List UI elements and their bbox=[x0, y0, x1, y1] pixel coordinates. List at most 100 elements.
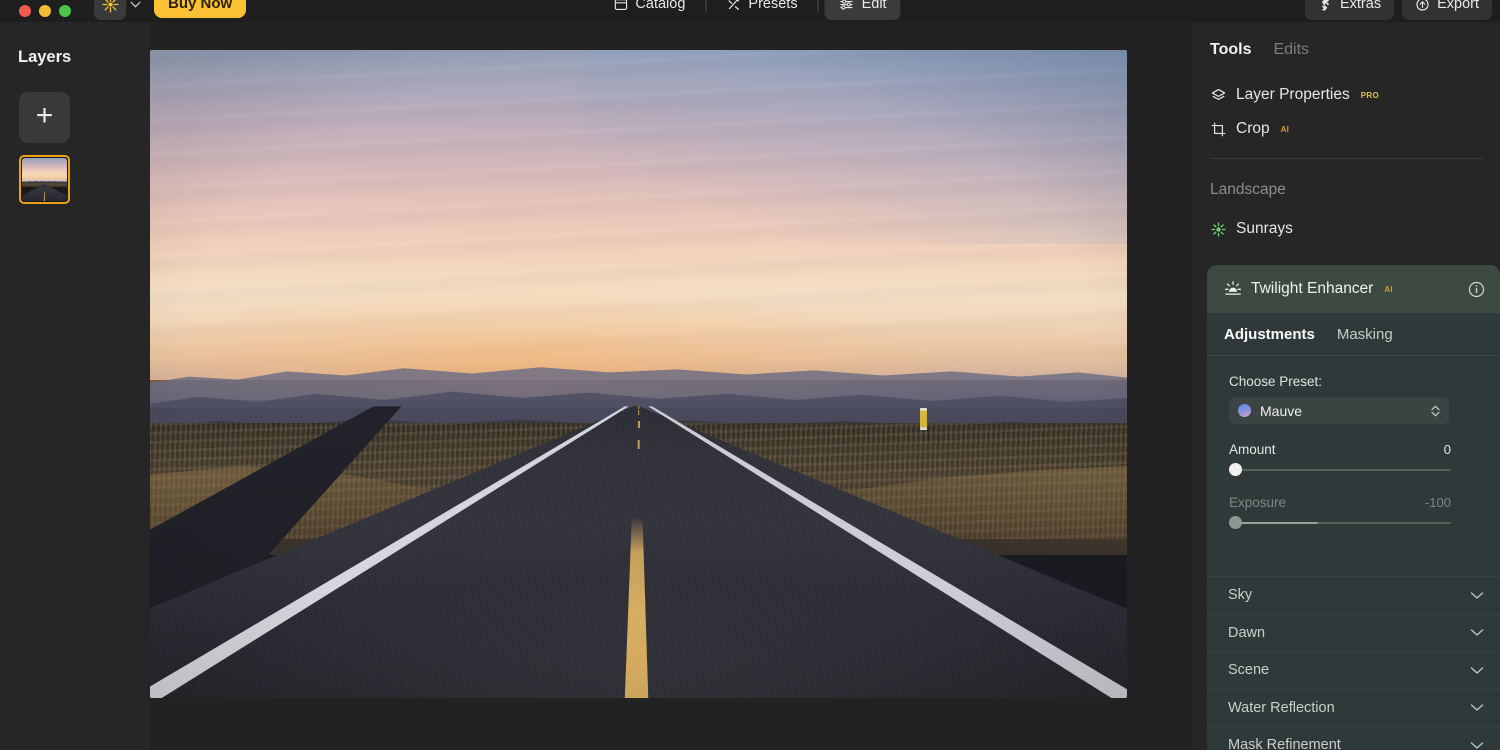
tab-divider bbox=[817, 0, 819, 13]
tool-crop[interactable]: Crop AI bbox=[1193, 112, 1500, 146]
chevron-down-icon[interactable] bbox=[128, 0, 142, 12]
section-scene[interactable]: Scene bbox=[1207, 651, 1500, 689]
buy-now-button[interactable]: Buy Now bbox=[154, 0, 247, 18]
photo-center-dash bbox=[637, 410, 640, 416]
section-sky-label: Sky bbox=[1228, 587, 1253, 604]
layer-thumbnail-image bbox=[22, 158, 67, 201]
tool-sunrays-label: Sunrays bbox=[1236, 220, 1293, 238]
chevron-down-icon bbox=[1470, 591, 1484, 600]
minimize-button[interactable] bbox=[39, 5, 51, 17]
preset-swatch-icon bbox=[1238, 404, 1251, 417]
slider-exposure-track[interactable] bbox=[1229, 516, 1451, 530]
pro-badge: PRO bbox=[1360, 90, 1379, 100]
chevron-down-icon bbox=[1470, 703, 1484, 712]
layers-sidebar: Layers + bbox=[0, 22, 150, 750]
preset-value: Mauve bbox=[1260, 402, 1303, 419]
track-background bbox=[1229, 469, 1451, 471]
photo-center-dash bbox=[637, 406, 640, 409]
section-mask-refinement-label: Mask Refinement bbox=[1228, 737, 1341, 750]
choose-preset-label: Choose Preset: bbox=[1229, 374, 1323, 389]
layer-thumbnail[interactable] bbox=[19, 155, 70, 204]
slider-amount-track[interactable] bbox=[1229, 463, 1451, 477]
adjustments-body: Choose Preset: Mauve Amount 0 Exposure -… bbox=[1207, 356, 1500, 530]
layers-icon bbox=[1211, 88, 1226, 100]
section-mask-refinement[interactable]: Mask Refinement bbox=[1207, 726, 1500, 750]
sunrays-icon bbox=[1211, 221, 1226, 237]
slider-amount[interactable]: Amount 0 bbox=[1229, 442, 1451, 477]
extras-label: Extras bbox=[1339, 0, 1382, 13]
tools-panel-tabs: Tools Edits bbox=[1193, 22, 1500, 59]
tab-presets-label: Presets bbox=[748, 0, 798, 13]
tab-edits[interactable]: Edits bbox=[1273, 41, 1309, 59]
tab-edit-label: Edit bbox=[861, 0, 887, 13]
tab-divider bbox=[705, 0, 707, 13]
app-window: Buy Now Catalog Presets Edit Extras Expo… bbox=[0, 0, 1500, 750]
photo-canvas[interactable] bbox=[150, 50, 1127, 698]
extras-button[interactable]: Extras bbox=[1304, 0, 1395, 20]
preset-dropdown[interactable]: Mauve bbox=[1229, 397, 1449, 424]
section-water-reflection-label: Water Reflection bbox=[1228, 699, 1335, 716]
tool-layer-properties[interactable]: Layer Properties PRO bbox=[1193, 78, 1500, 112]
tab-masking[interactable]: Masking bbox=[1337, 326, 1393, 343]
slider-amount-value: 0 bbox=[1443, 442, 1451, 457]
slider-amount-label: Amount bbox=[1229, 442, 1276, 457]
sunburst-icon bbox=[101, 0, 119, 13]
twilight-enhancer-title: Twilight Enhancer bbox=[1251, 280, 1374, 297]
sliders-icon bbox=[840, 0, 853, 10]
window-controls bbox=[0, 0, 71, 22]
chevron-down-icon bbox=[1470, 628, 1484, 637]
twilight-enhancer-header[interactable]: Twilight Enhancer AI bbox=[1207, 265, 1500, 313]
add-layer-button[interactable]: + bbox=[19, 92, 70, 143]
tool-layer-properties-label: Layer Properties bbox=[1236, 86, 1350, 104]
zoom-button[interactable] bbox=[59, 5, 71, 17]
tool-crop-label: Crop bbox=[1236, 120, 1270, 138]
close-button[interactable] bbox=[19, 5, 31, 17]
layers-title: Layers bbox=[18, 48, 72, 66]
twilight-enhancer-panel: Twilight Enhancer AI Adjustments Masking… bbox=[1207, 265, 1500, 750]
puzzle-icon bbox=[1320, 0, 1329, 11]
section-dawn[interactable]: Dawn bbox=[1207, 613, 1500, 652]
ai-badge: AI bbox=[1280, 124, 1290, 134]
collapsible-sections: Sky Dawn Scene Water Reflection Mask Ref… bbox=[1207, 576, 1500, 750]
photo-sign-post bbox=[927, 429, 930, 441]
canvas-area bbox=[150, 22, 1193, 750]
title-bar: Buy Now Catalog Presets Edit Extras Expo… bbox=[0, 0, 1500, 22]
slider-exposure[interactable]: Exposure -100 bbox=[1229, 495, 1451, 530]
tools-panel: Tools Edits Layer Properties PRO Crop AI… bbox=[1193, 22, 1500, 750]
photo-center-dash bbox=[637, 421, 640, 429]
slider-exposure-knob[interactable] bbox=[1229, 516, 1242, 529]
slider-amount-knob[interactable] bbox=[1229, 463, 1242, 476]
chevron-down-icon bbox=[1470, 666, 1484, 675]
section-sky[interactable]: Sky bbox=[1207, 576, 1500, 614]
catalog-icon bbox=[614, 0, 628, 10]
tab-catalog-label: Catalog bbox=[635, 0, 686, 13]
photo-center-dash bbox=[637, 439, 640, 449]
sunset-icon bbox=[1225, 281, 1241, 295]
photo-road-sign bbox=[919, 407, 927, 430]
crop-icon bbox=[1211, 122, 1226, 136]
ai-badge: AI bbox=[1384, 284, 1393, 294]
topbar-right-actions: Extras Export bbox=[1304, 0, 1492, 20]
section-landscape-title: Landscape bbox=[1210, 181, 1286, 198]
section-water-reflection[interactable]: Water Reflection bbox=[1207, 688, 1500, 727]
export-button[interactable]: Export bbox=[1402, 0, 1492, 20]
tab-presets[interactable]: Presets bbox=[712, 0, 811, 20]
tool-sunrays[interactable]: Sunrays bbox=[1193, 212, 1500, 246]
export-icon bbox=[1416, 0, 1429, 11]
plus-icon: + bbox=[35, 99, 54, 132]
presets-icon bbox=[728, 0, 740, 10]
tab-tools[interactable]: Tools bbox=[1210, 41, 1251, 59]
chevron-updown-icon bbox=[1430, 404, 1441, 418]
info-icon[interactable] bbox=[1467, 280, 1486, 299]
sunburst-icon-button[interactable] bbox=[94, 0, 126, 20]
twilight-enhancer-tabs: Adjustments Masking bbox=[1207, 313, 1500, 343]
track-fill bbox=[1229, 522, 1318, 524]
tab-catalog[interactable]: Catalog bbox=[599, 0, 699, 20]
main-tabs: Catalog Presets Edit bbox=[599, 0, 901, 20]
chevron-down-icon bbox=[1470, 741, 1484, 750]
tab-edit[interactable]: Edit bbox=[824, 0, 901, 20]
slider-exposure-value: -100 bbox=[1424, 495, 1451, 510]
tab-adjustments[interactable]: Adjustments bbox=[1224, 326, 1315, 343]
export-label: Export bbox=[1437, 0, 1479, 13]
section-dawn-label: Dawn bbox=[1228, 624, 1266, 641]
